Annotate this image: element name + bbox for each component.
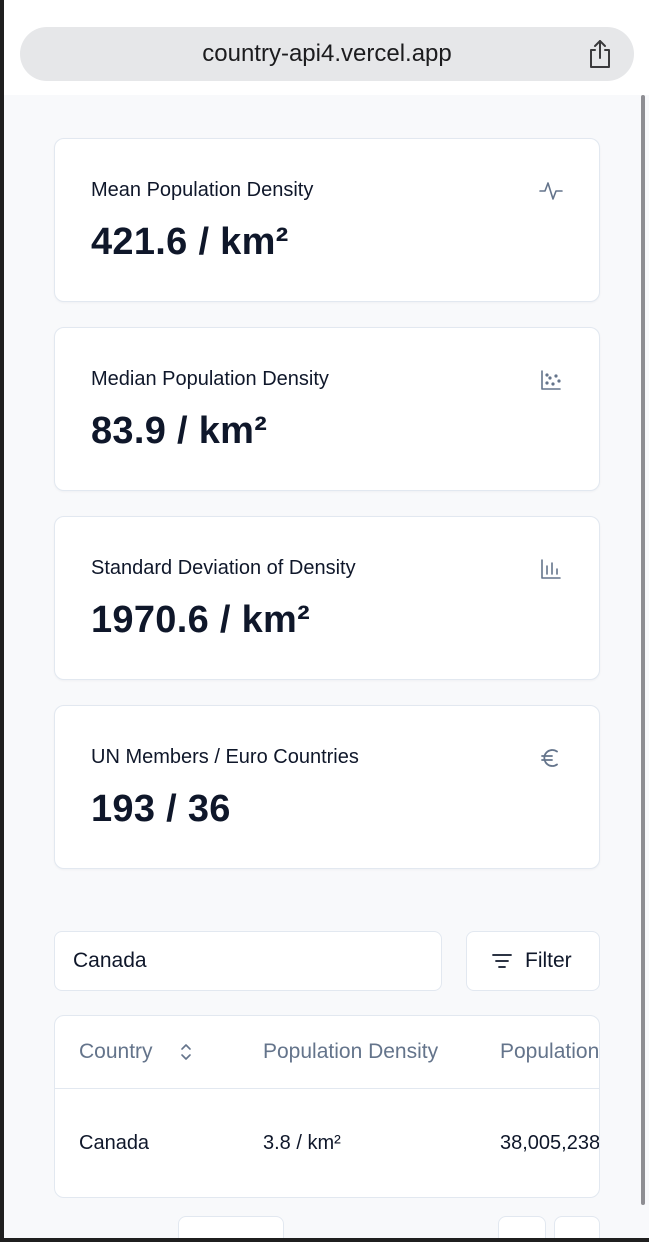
filter-button[interactable]: Filter <box>466 931 600 991</box>
column-header-country[interactable]: Country <box>79 1016 191 1088</box>
stat-card-title: UN Members / Euro Countries <box>91 746 359 768</box>
window-bottom-edge <box>0 1238 649 1242</box>
stat-card-median-density: Median Population Density 83.9 / km² <box>54 327 600 491</box>
address-bar[interactable]: country-api4.vercel.app <box>20 27 634 81</box>
page-viewport: Mean Population Density 421.6 / km² Medi… <box>4 95 649 1242</box>
scatter-chart-icon <box>541 370 561 390</box>
stat-card-mean-density: Mean Population Density 421.6 / km² <box>54 138 600 302</box>
column-header-population[interactable]: Population <box>500 1016 599 1088</box>
cell-population: 38,005,238 <box>500 1132 600 1154</box>
euro-icon <box>541 749 558 767</box>
search-input[interactable] <box>73 932 413 990</box>
countries-table: Country Population Density Population Ca… <box>54 1015 600 1198</box>
search-box[interactable] <box>54 931 442 991</box>
column-header-population-density[interactable]: Population Density <box>263 1016 438 1088</box>
stat-card-title: Median Population Density <box>91 368 329 390</box>
filter-icon <box>492 954 512 968</box>
url-text[interactable]: country-api4.vercel.app <box>20 27 634 81</box>
stat-card-value: 193 / 36 <box>91 788 231 830</box>
scrollbar[interactable] <box>641 95 645 1205</box>
stat-card-un-euro: UN Members / Euro Countries 193 / 36 <box>54 705 600 869</box>
sort-icon[interactable] <box>179 1042 193 1062</box>
cell-country: Canada <box>79 1132 150 1154</box>
filter-button-label: Filter <box>525 949 572 972</box>
column-header-label: Country <box>79 1040 153 1063</box>
stat-card-std-deviation: Standard Deviation of Density 1970.6 / k… <box>54 516 600 680</box>
stat-card-value: 1970.6 / km² <box>91 599 311 641</box>
stat-card-title: Mean Population Density <box>91 179 314 201</box>
cell-population-density: 3.8 / km² <box>263 1132 341 1154</box>
activity-icon <box>539 182 563 200</box>
stat-card-value: 83.9 / km² <box>91 410 268 452</box>
bar-chart-icon <box>541 559 561 579</box>
stat-card-title: Standard Deviation of Density <box>91 557 356 579</box>
share-icon[interactable] <box>586 38 614 70</box>
stat-card-value: 421.6 / km² <box>91 221 289 263</box>
